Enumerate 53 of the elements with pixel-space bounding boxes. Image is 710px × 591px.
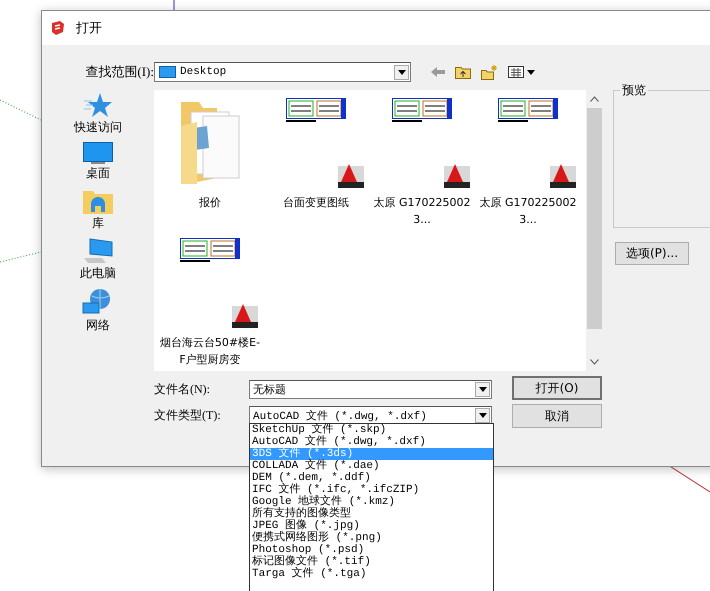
cancel-button[interactable]: 取消: [512, 404, 602, 428]
scroll-down-icon[interactable]: [590, 359, 598, 365]
file-type-option[interactable]: Google 地球文件 (*.kmz): [250, 496, 493, 508]
cad-file-icon: [338, 164, 364, 188]
file-name-field[interactable]: 无标题: [249, 380, 492, 398]
options-button[interactable]: 选项(P)...: [615, 242, 689, 265]
file-type-option[interactable]: Photoshop (*.psd): [250, 544, 493, 556]
file-type-option[interactable]: AutoCAD 文件 (*.dwg, *.dxf): [250, 436, 493, 448]
library-folder-icon: [83, 188, 113, 214]
cad-preview-drawing: [498, 98, 558, 124]
look-in-label: 查找范围(I):: [84, 63, 154, 81]
computer-icon: [82, 238, 114, 264]
file-item[interactable]: 烟台海云台50#楼E-F户型厨房变: [157, 230, 263, 370]
window-title: 打开: [76, 20, 102, 37]
view-menu-icon[interactable]: [508, 66, 536, 78]
app-logo-icon: [50, 20, 66, 36]
file-name-label: 文件名(N):: [154, 380, 211, 398]
file-item[interactable]: 太原 G1702250023...: [369, 90, 475, 230]
file-type-option[interactable]: Targa 文件 (*.tga): [250, 568, 493, 580]
file-type-label: 文件类型(T):: [154, 406, 222, 424]
desktop-icon: [159, 66, 176, 78]
file-type-dropdown[interactable]: AutoCAD 文件 (*.dwg, *.dxf): [249, 406, 492, 424]
file-type-option[interactable]: COLLADA 文件 (*.dae): [250, 460, 493, 472]
places-item[interactable]: 此电脑: [80, 238, 116, 282]
places-item[interactable]: 库: [83, 188, 113, 232]
folder-up-icon[interactable]: [455, 65, 471, 79]
file-item[interactable]: 太原 G1702250023...: [475, 90, 581, 230]
monitor-icon: [83, 142, 113, 164]
cad-file-icon: [232, 304, 258, 328]
cad-file-icon: [550, 164, 576, 188]
star-icon: [84, 92, 112, 118]
open-button[interactable]: 打开(O): [512, 376, 602, 400]
new-folder-icon[interactable]: [481, 64, 498, 80]
file-type-option[interactable]: 标记图像文件 (*.tif): [250, 556, 493, 568]
file-type-option[interactable]: JPEG 图像 (*.jpg): [250, 520, 493, 532]
look-in-dropdown[interactable]: Desktop: [154, 62, 411, 82]
file-type-option[interactable]: 便携式网络图形 (*.png): [250, 532, 493, 544]
cad-preview-drawing: [286, 98, 346, 124]
places-item[interactable]: 桌面: [83, 142, 113, 182]
file-item[interactable]: 台面变更图纸: [263, 90, 369, 230]
file-type-option[interactable]: IFC 文件 (*.ifc, *.ifcZIP): [250, 484, 493, 496]
file-type-option[interactable]: DEM (*.dem, *.ddf): [250, 472, 493, 484]
cad-file-icon: [444, 164, 470, 188]
file-type-option[interactable]: 所有支持的图像类型: [250, 508, 493, 520]
places-item[interactable]: 快速访问: [74, 92, 122, 136]
places-item[interactable]: 网络: [82, 288, 114, 334]
cad-preview-drawing: [180, 238, 240, 264]
preview-label: 预览: [621, 82, 647, 99]
file-type-option[interactable]: SketchUp 文件 (*.skp): [250, 424, 493, 436]
file-item[interactable]: 报价: [157, 90, 263, 230]
scrollbar-thumb[interactable]: [586, 108, 602, 329]
scroll-up-icon[interactable]: [590, 96, 598, 102]
cad-preview-drawing: [392, 98, 452, 124]
